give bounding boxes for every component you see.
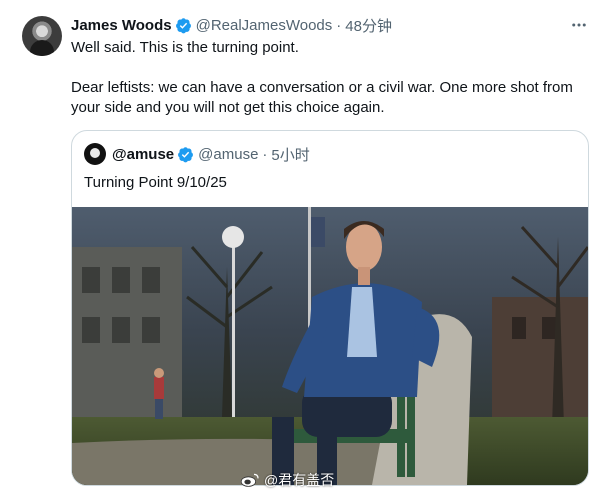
watermark-text: @君有盖否 [264,472,335,488]
quoted-author-name[interactable]: @amuse [112,146,174,163]
author-avatar[interactable] [22,16,62,56]
timestamp[interactable]: 48分钟 [345,15,392,36]
quoted-author-handle[interactable]: @amuse [198,146,258,163]
tweet-header: James Woods @RealJamesWoods · 48分钟 [71,14,586,36]
weibo-watermark: @君有盖否 [240,470,334,490]
tweet[interactable]: James Woods @RealJamesWoods · 48分钟 Well … [0,0,606,496]
quoted-tweet-photo[interactable] [72,207,588,485]
author-name[interactable]: James Woods [71,17,172,34]
quoted-separator-dot: · [262,145,268,163]
separator-dot: · [336,16,342,34]
weibo-logo-icon [240,473,259,487]
tweet-text: Well said. This is the turning point. De… [71,39,573,116]
verified-badge-icon [175,17,191,33]
author-handle[interactable]: @RealJamesWoods [196,17,333,34]
more-options-icon[interactable] [570,16,588,34]
quoted-timestamp[interactable]: 5小时 [271,144,309,165]
quoted-author-avatar[interactable] [84,143,106,165]
quoted-tweet[interactable]: @amuse @amuse · 5小时 Turning Point 9/10/2… [71,130,589,486]
quoted-tweet-text: Turning Point 9/10/25 [84,174,227,191]
quoted-tweet-header: @amuse @amuse · 5小时 [84,143,310,165]
quoted-verified-badge-icon [178,146,194,162]
